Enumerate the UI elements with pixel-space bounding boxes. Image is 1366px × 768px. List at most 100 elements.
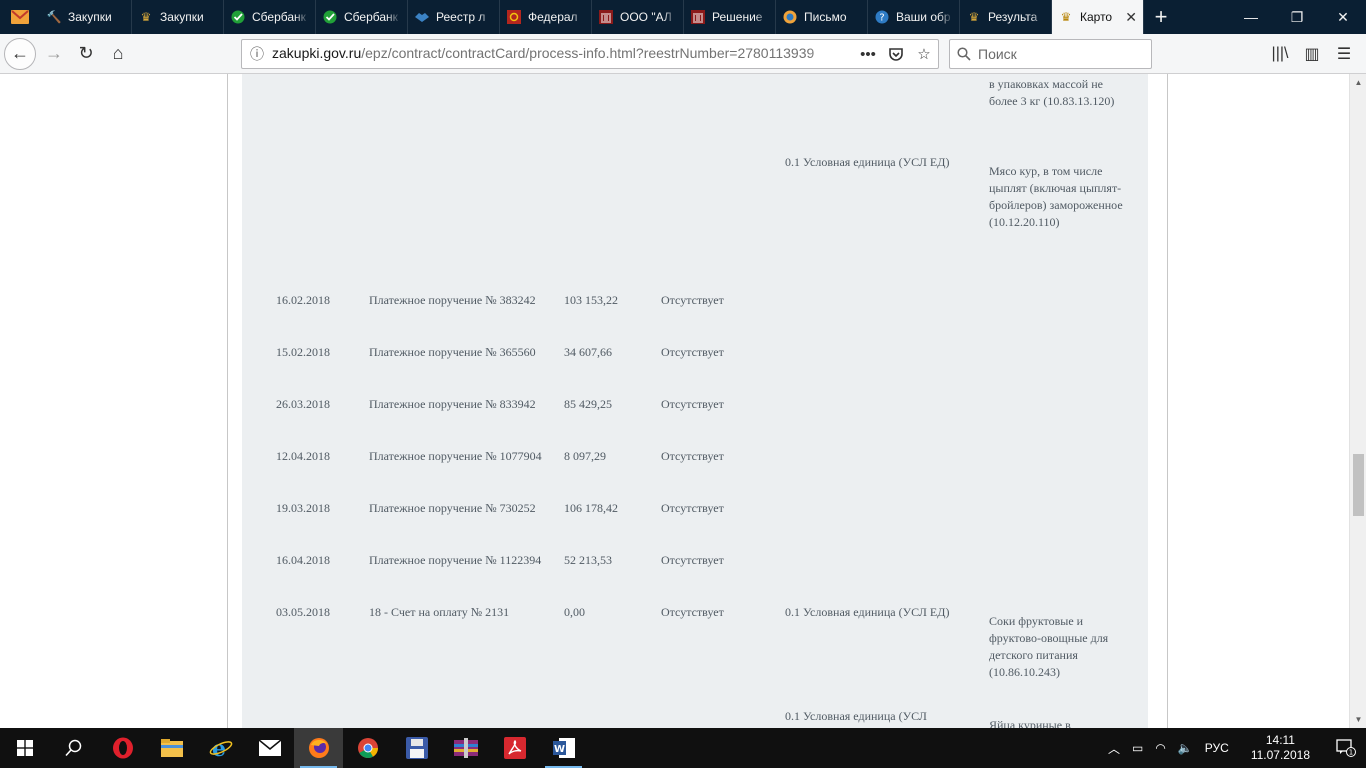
reload-button[interactable]: ↻ (70, 38, 102, 70)
fas-icon (506, 9, 522, 25)
toolbar-right: |||\ ▥ ☰ (1264, 38, 1360, 70)
archive-icon (453, 738, 478, 758)
scroll-down-arrow-icon[interactable]: ▼ (1350, 711, 1366, 728)
vertical-scrollbar[interactable]: ▲ ▼ (1349, 74, 1366, 728)
search-box[interactable] (949, 39, 1152, 69)
acrobat-taskbar-button[interactable] (490, 728, 539, 768)
status-cell: Отсутствует (661, 553, 724, 567)
sidebar-icon[interactable]: ▥ (1296, 38, 1328, 70)
start-button[interactable] (0, 728, 49, 768)
home-button[interactable]: ⌂ (102, 38, 134, 70)
search-taskbar-button[interactable] (49, 728, 98, 768)
action-center-button[interactable]: 1 (1326, 739, 1366, 757)
battery-icon[interactable]: ▭ (1126, 741, 1149, 755)
browser-window: 🔨 Закупки ♛ Закупки Сбербанк Сбербанк Реес… (0, 0, 1366, 768)
tab-label: Закупки (160, 10, 204, 24)
language-indicator[interactable]: РУС (1199, 741, 1235, 755)
tab-ooo[interactable]: ООО "АЛ (592, 0, 684, 34)
tab-kartochka[interactable]: ♛ Карто ✕ (1052, 0, 1144, 34)
tab-mail[interactable] (0, 0, 40, 34)
date-cell: 26.03.2018 (276, 397, 330, 411)
chrome-taskbar-button[interactable] (343, 728, 392, 768)
handshake-icon (414, 9, 430, 25)
window-controls: — ❐ ✕ (1228, 0, 1366, 34)
scroll-up-arrow-icon[interactable]: ▲ (1350, 74, 1366, 91)
url-text[interactable]: zakupki.gov.ru/epz/contract/contractCard… (272, 45, 854, 63)
svg-text:W: W (553, 744, 564, 755)
close-tab-icon[interactable]: ✕ (1125, 9, 1137, 26)
restore-button[interactable]: ❐ (1274, 0, 1320, 34)
address-bar[interactable]: ⓘ zakupki.gov.ru/epz/contract/contractCa… (241, 39, 939, 69)
word-taskbar-button[interactable]: W (539, 728, 588, 768)
tab-rezultat[interactable]: ♛ Результа (960, 0, 1052, 34)
status-cell: Отсутствует (661, 501, 724, 515)
bookmark-star-icon[interactable]: ☆ (910, 45, 938, 63)
tab-label: Федерал (528, 10, 578, 24)
amount-cell: 0,00 (564, 605, 585, 619)
minimize-button[interactable]: — (1228, 0, 1274, 34)
tab-label: Ваши обр (896, 10, 951, 24)
search-input[interactable] (978, 46, 1138, 62)
clock[interactable]: 14:11 11.07.2018 (1235, 733, 1326, 763)
tab-sberbank-1[interactable]: Сбербанк (224, 0, 316, 34)
windows-taskbar: e W ︿ ▭ ◠ 🔈 РУС 14:11 11.07.2018 1 (0, 728, 1366, 768)
building-icon (690, 9, 706, 25)
wifi-icon[interactable]: ◠ (1149, 741, 1171, 755)
status-cell: Отсутствует (661, 605, 724, 619)
page-border-right (1167, 74, 1168, 728)
forward-button[interactable]: → (38, 38, 70, 70)
tab-vashi[interactable]: ? Ваши обр (868, 0, 960, 34)
more-actions-icon[interactable]: ••• (854, 46, 882, 63)
clock-time: 14:11 (1265, 733, 1295, 747)
mail-taskbar-button[interactable] (245, 728, 294, 768)
emblem-icon: ♛ (1060, 10, 1072, 24)
document-cell: Платежное поручение № 1122394 (369, 553, 542, 567)
chrome-icon (357, 738, 378, 758)
close-window-button[interactable]: ✕ (1320, 0, 1366, 34)
arrow-left-icon: ← (11, 43, 29, 63)
winrar-taskbar-button[interactable] (441, 728, 490, 768)
library-icon[interactable]: |||\ (1264, 38, 1296, 70)
url-host: zakupki.gov.ru (272, 45, 362, 61)
info-icon[interactable]: ⓘ (242, 44, 272, 64)
save-app-taskbar-button[interactable] (392, 728, 441, 768)
tab-label: Результа (988, 10, 1038, 24)
floppy-icon (405, 737, 428, 759)
new-tab-button[interactable]: + (1144, 0, 1178, 34)
status-cell: Отсутствует (661, 293, 724, 307)
tray-expand-icon[interactable]: ︿ (1102, 740, 1126, 757)
tab-zakupki-1[interactable]: 🔨 Закупки (40, 0, 132, 34)
tab-reshenie[interactable]: Решение (684, 0, 776, 34)
ie-taskbar-button[interactable]: e (196, 728, 245, 768)
pocket-icon[interactable] (882, 47, 910, 61)
arrow-right-icon: → (45, 43, 63, 63)
explorer-taskbar-button[interactable] (147, 728, 196, 768)
sberbank-icon (322, 9, 338, 25)
document-cell: Платежное поручение № 730252 (369, 501, 536, 515)
hamburger-menu-icon[interactable]: ☰ (1328, 38, 1360, 70)
status-cell: Отсутствует (661, 345, 724, 359)
tab-reestr[interactable]: Реестр л (408, 0, 500, 34)
volume-icon[interactable]: 🔈 (1172, 741, 1199, 755)
tab-federal[interactable]: Федерал (500, 0, 592, 34)
search-icon (64, 739, 81, 757)
tab-sberbank-2[interactable]: Сбербанк (316, 0, 408, 34)
folder-icon (160, 739, 183, 757)
page-viewport: в упаковках массой не более 3 кг (10.83.… (0, 74, 1366, 728)
tab-pismo[interactable]: Письмо (776, 0, 868, 34)
product-cell: Яйца куриные в (989, 718, 1071, 728)
amount-cell: 52 213,53 (564, 553, 612, 567)
back-button[interactable]: ← (4, 37, 36, 70)
windows-logo-icon (16, 740, 33, 756)
scrollbar-thumb[interactable] (1353, 454, 1364, 516)
tab-zakupki-2[interactable]: ♛ Закупки (132, 0, 224, 34)
payments-table: в упаковках массой не более 3 кг (10.83.… (242, 74, 1148, 728)
envelope-icon (11, 10, 29, 24)
search-icon (950, 47, 978, 61)
firefox-taskbar-button[interactable] (294, 728, 343, 768)
status-cell: Отсутствует (661, 449, 724, 463)
opera-taskbar-button[interactable] (98, 728, 147, 768)
unit-cell: 0.1 Условная единица (УСЛ ЕД) (785, 155, 950, 169)
document-cell: Платежное поручение № 833942 (369, 397, 536, 411)
system-tray: ︿ ▭ ◠ 🔈 РУС 14:11 11.07.2018 1 (1102, 728, 1366, 768)
